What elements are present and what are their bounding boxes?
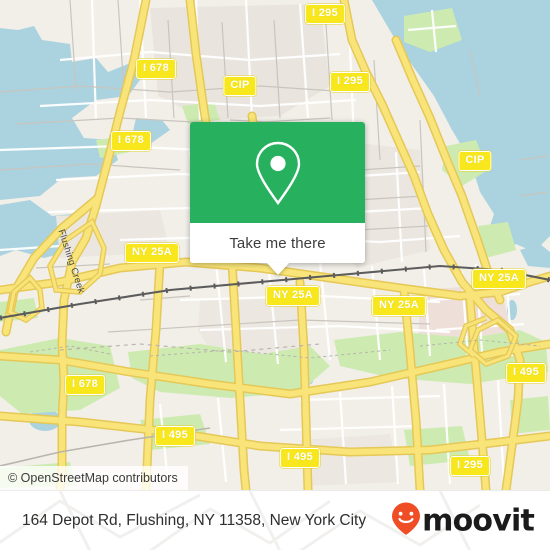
map-attribution[interactable]: © OpenStreetMap contributors [0, 466, 188, 490]
road-shield: I 495 [506, 363, 546, 383]
road-shield: NY 25A [471, 269, 527, 289]
take-me-there-button[interactable]: Take me there [190, 223, 365, 275]
road-shield: I 678 [136, 59, 176, 79]
road-shield: I 295 [330, 72, 370, 92]
take-me-there-label: Take me there [229, 234, 326, 252]
road-shield: NY 25A [265, 286, 321, 306]
footer-bar: 164 Depot Rd, Flushing, NY 11358, New Yo… [0, 490, 550, 550]
map-screenshot-root: Flushing Creek I 295 I 678 CIP I 295 I 678 CI… [0, 0, 550, 550]
road-shield: CIP [458, 151, 492, 171]
moovit-pin-icon [391, 502, 421, 541]
road-shield: I 495 [280, 448, 320, 468]
moovit-wordmark: moovit [422, 503, 535, 538]
road-shield: NY 25A [371, 296, 427, 316]
footer-address-text: 164 Depot Rd, Flushing, NY 11358, New Yo… [22, 512, 367, 529]
road-shield: I 295 [450, 456, 490, 476]
road-shield: I 678 [65, 375, 105, 395]
card-pointer-tail [266, 263, 289, 275]
road-shield: I 295 [305, 4, 345, 24]
card-image-panel [190, 122, 365, 223]
road-shield: CIP [223, 76, 257, 96]
road-shield: NY 25A [124, 243, 180, 263]
location-info-card[interactable]: Take me there [190, 122, 365, 275]
road-shield: I 495 [155, 426, 195, 446]
map-canvas[interactable]: Flushing Creek I 295 I 678 CIP I 295 I 678 CI… [0, 0, 550, 490]
map-pin-icon [252, 140, 304, 206]
road-shield: I 678 [111, 131, 151, 151]
moovit-brand[interactable]: moovit [391, 502, 535, 541]
attribution-text: © OpenStreetMap contributors [8, 471, 178, 485]
